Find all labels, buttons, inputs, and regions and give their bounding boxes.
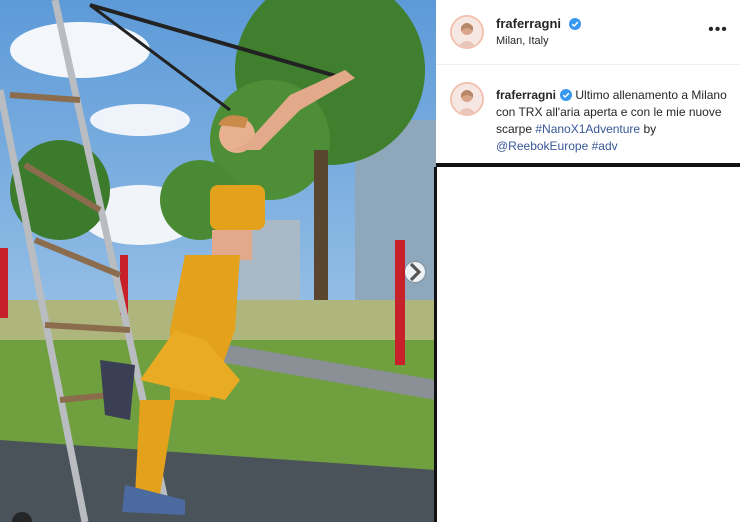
chevron-right-icon [409,262,422,282]
verified-badge-icon [560,89,573,101]
panel-divider [436,163,740,167]
caption-text: fraferragni Ultimo allenamento a Milano … [496,87,732,155]
post-caption: fraferragni Ultimo allenamento a Milano … [436,65,740,163]
caption-username[interactable]: fraferragni [496,88,556,102]
next-slide-button[interactable] [405,262,425,282]
mention-link[interactable]: @ReebokEurope [496,139,588,153]
avatar-image [452,17,482,47]
avatar-image [452,84,482,114]
panel-left-border [434,167,437,522]
header-username[interactable]: fraferragni [496,16,581,31]
post-header: fraferragni Milan, Italy ••• [436,0,740,65]
caption-by: by [640,122,657,136]
caption-avatar[interactable] [450,82,484,116]
hashtag-link[interactable]: #adv [592,139,618,153]
verified-badge-icon [568,18,581,30]
post-image[interactable] [0,0,436,522]
more-options-icon[interactable]: ••• [708,20,728,40]
username-text[interactable]: fraferragni [496,16,561,31]
avatar[interactable] [450,15,484,49]
post-photo [0,0,436,522]
hashtag-link[interactable]: #NanoX1Adventure [535,122,640,136]
post-side-panel: fraferragni Milan, Italy ••• fraferragni… [436,0,740,522]
location-link[interactable]: Milan, Italy [496,35,549,47]
